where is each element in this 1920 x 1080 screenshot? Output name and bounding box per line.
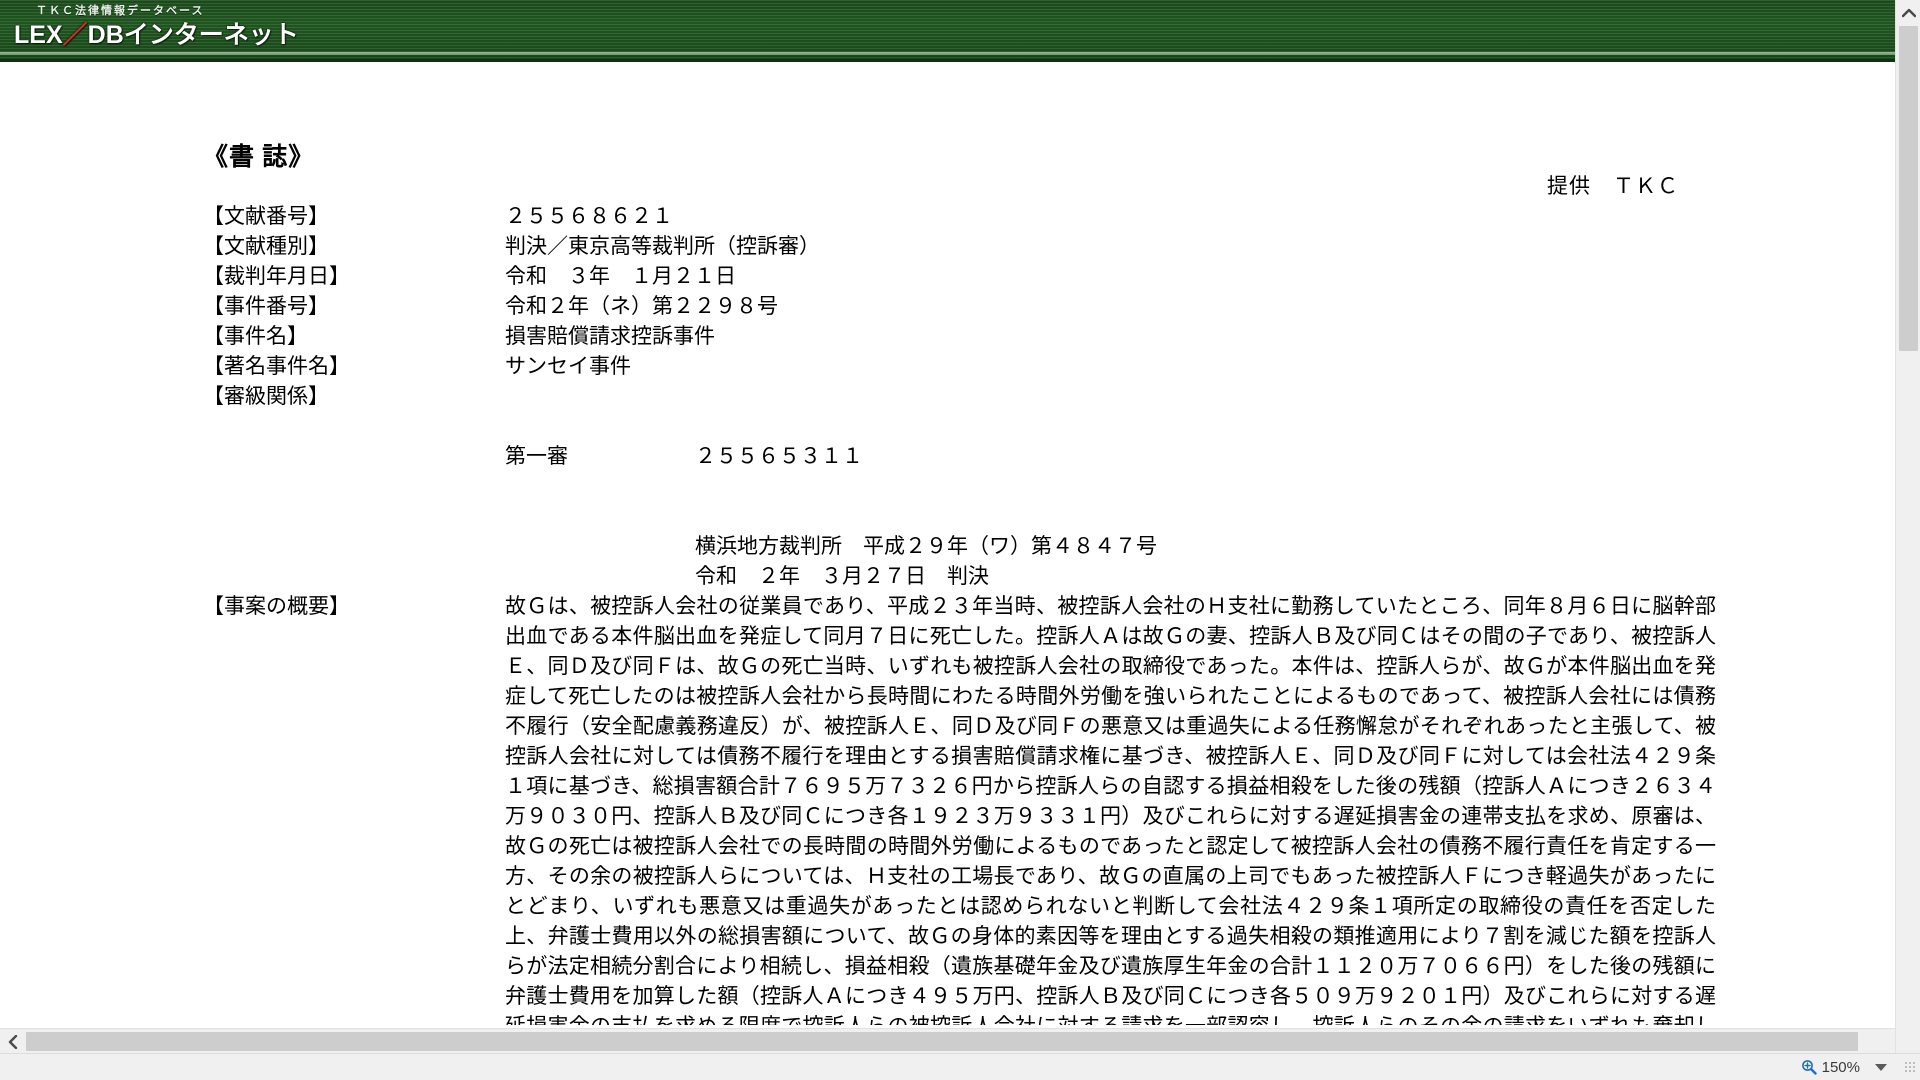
case-summary-row: 【事案の概要】 故Ｇは、被控訴人会社の従業員であり、平成２３年当時、被控訴人会社… xyxy=(203,591,1723,1025)
instance-label: 第一審 xyxy=(505,444,568,468)
vertical-scrollbar[interactable] xyxy=(1895,0,1920,1053)
field-label: 【文献種別】 xyxy=(203,234,329,258)
page-title: 《書 誌》 xyxy=(203,144,315,171)
field-value: 令和 ３年 １月２１日 xyxy=(505,264,736,288)
logo-slash: ／ xyxy=(62,21,88,49)
field-label: 【事件名】 xyxy=(203,324,308,348)
vertical-scrollbar-thumb[interactable] xyxy=(1899,26,1918,351)
instance-line: 第一審 ２５５６５３１１ xyxy=(505,441,1723,471)
field-row: 【文献番号】 ２５５６８６２１ xyxy=(203,201,1723,231)
instance-judgment-date: 令和 ２年 ３月２７日 判決 xyxy=(695,564,989,588)
field-value: サンセイ事件 xyxy=(505,354,631,378)
field-label: 【事案の概要】 xyxy=(203,594,350,618)
field-label: 【審級関係】 xyxy=(203,384,329,408)
status-bar: 150% xyxy=(0,1053,1920,1080)
field-label: 【文献番号】 xyxy=(203,204,329,228)
instance-number[interactable]: ２５５６５３１１ xyxy=(695,441,863,471)
field-label: 【著名事件名】 xyxy=(203,354,350,378)
scroll-up-button[interactable] xyxy=(1896,0,1920,25)
field-row: 【事件番号】 令和２年（ネ）第２２９８号 xyxy=(203,291,1723,321)
field-value: 判決／東京高等裁判所（控訴審） xyxy=(505,234,820,258)
scroll-left-button[interactable] xyxy=(0,1029,25,1054)
zoom-in-icon xyxy=(1801,1060,1817,1075)
horizontal-scrollbar[interactable] xyxy=(0,1028,1895,1053)
provider-label: 提供 ＴＫＣ xyxy=(1547,174,1679,198)
zoom-level-label: 150% xyxy=(1821,1058,1860,1076)
site-banner: ＴＫＣ法律情報データベース LEX／DBインターネット xyxy=(0,0,1895,62)
chevron-up-icon xyxy=(1901,8,1916,17)
field-row: 【事件名】 損害賠償請求控訴事件 xyxy=(203,321,1723,351)
field-label: 【事件番号】 xyxy=(203,294,329,318)
instance-court-info: 横浜地方裁判所 平成２９年（ワ）第４８４７号 xyxy=(695,534,1157,558)
logo-title-lex: LEX xyxy=(14,21,63,49)
field-row: 【裁判年月日】 令和 ３年 １月２１日 xyxy=(203,261,1723,291)
field-row: 【文献種別】 判決／東京高等裁判所（控訴審） xyxy=(203,231,1723,261)
resize-grip[interactable] xyxy=(1903,1060,1917,1074)
field-value: ２５５６８６２１ xyxy=(505,204,673,228)
application-window: ＴＫＣ法律情報データベース LEX／DBインターネット 閉じる 《書 誌》 提供… xyxy=(0,0,1920,1080)
logo-subtitle: ＴＫＣ法律情報データベース xyxy=(36,5,205,17)
document-viewer: 《書 誌》 提供 ＴＫＣ 【文献番号】 ２５５６８６２１ 【文献種別】 判決／東… xyxy=(0,62,1895,1025)
instance-extra-row: 横浜地方裁判所 平成２９年（ワ）第４８４７号 xyxy=(203,531,1723,561)
field-label: 【裁判年月日】 xyxy=(203,264,350,288)
field-value: 令和２年（ネ）第２２９８号 xyxy=(505,294,778,318)
instance-extra-row: 令和 ２年 ３月２７日 判決 xyxy=(203,561,1723,591)
case-summary-text: 故Ｇは、被控訴人会社の従業員であり、平成２３年当時、被控訴人会社のＨ支社に勤務し… xyxy=(505,594,1716,1025)
bibliography-fields: 【文献番号】 ２５５６８６２１ 【文献種別】 判決／東京高等裁判所（控訴審） 【… xyxy=(203,201,1723,1025)
logo-title: LEX／DBインターネット xyxy=(10,19,299,51)
instance-relation-row: 【審級関係】 第一審 ２５５６５３１１ xyxy=(203,381,1723,531)
logo-title-db: DBインターネット xyxy=(87,21,299,49)
horizontal-scrollbar-thumb[interactable] xyxy=(26,1032,1858,1051)
zoom-control[interactable]: 150% xyxy=(1801,1059,1893,1076)
chevron-down-icon[interactable] xyxy=(1875,1063,1887,1071)
chevron-left-icon xyxy=(8,1034,17,1049)
field-row: 【著名事件名】 サンセイ事件 xyxy=(203,351,1723,381)
field-value: 損害賠償請求控訴事件 xyxy=(505,324,715,348)
lexdb-logo[interactable]: ＴＫＣ法律情報データベース LEX／DBインターネット xyxy=(10,3,299,57)
